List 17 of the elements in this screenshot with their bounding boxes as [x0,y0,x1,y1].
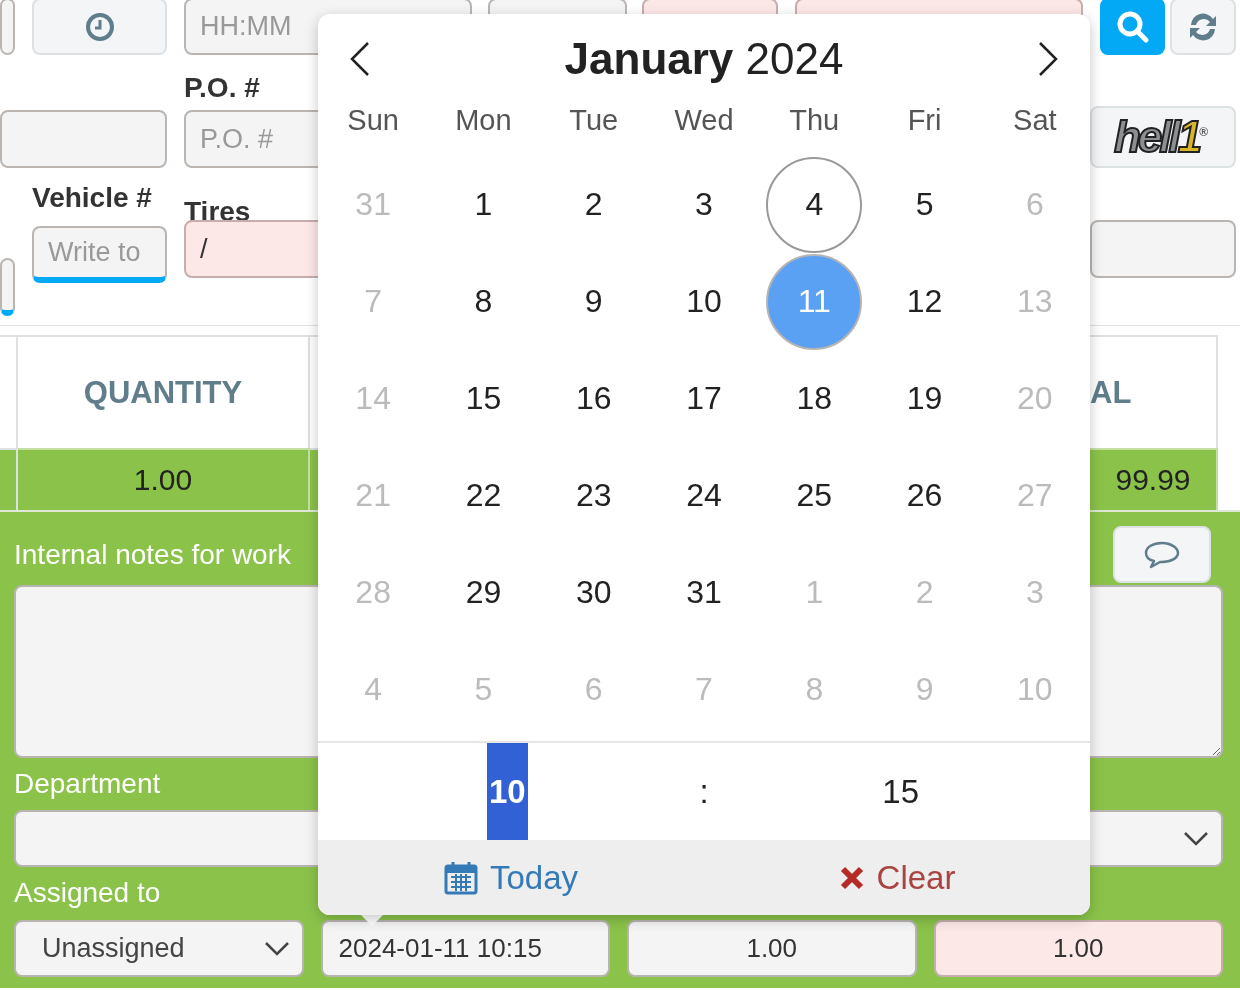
field-label: Vehicle # [32,182,152,215]
weekday-label: Sat [1012,104,1058,137]
field-label: Tires [184,196,251,228]
column-header: QUANTITY [18,335,310,448]
weekday-label: Wed [673,104,735,137]
field-label: Internal notes for work [14,538,292,571]
weekday-label: Tue [568,104,620,137]
month-title: January 2024 [564,34,844,84]
time-separator: : [699,772,709,811]
field-label: Assigned to [14,877,161,909]
weekday-label: Sun [346,104,400,137]
weekday-label: Fri [906,104,943,137]
weekday-label: Thu [788,104,841,137]
field-label: Department [14,768,161,800]
weekday-label: Mon [454,104,513,137]
field-label: P.O. # [184,72,260,105]
logo: hell1$^{®}$ [1113,112,1208,162]
